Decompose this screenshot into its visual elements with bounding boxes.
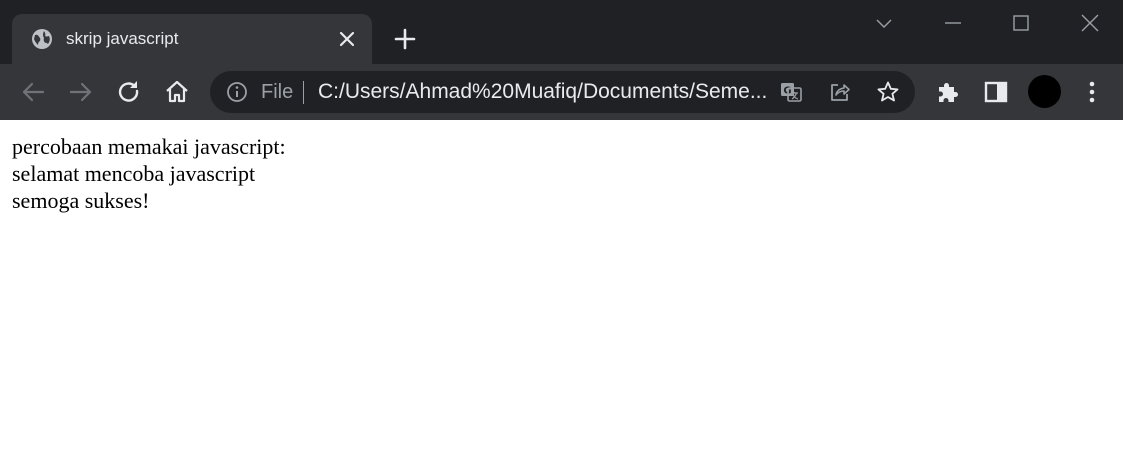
page-content: percobaan memakai javascript: selamat me…: [0, 120, 1123, 465]
browser-window: skrip javascript File C:/Users/Ahmad%20M…: [0, 0, 1123, 465]
home-icon[interactable]: [163, 78, 191, 106]
maximize-icon[interactable]: [1008, 10, 1034, 36]
new-tab-icon[interactable]: [393, 27, 417, 51]
url-text[interactable]: C:/Users/Ahmad%20Muafiq/Documents/Seme..…: [318, 80, 768, 104]
close-tab-icon[interactable]: [337, 29, 357, 49]
translate-icon[interactable]: G: [779, 80, 803, 104]
address-bar[interactable]: File C:/Users/Ahmad%20Muafiq/Documents/S…: [210, 71, 915, 113]
minimize-icon[interactable]: [940, 10, 966, 36]
tab-title: skrip javascript: [66, 29, 179, 48]
tab-strip: skrip javascript: [0, 0, 1123, 64]
chevron-down-icon[interactable]: [871, 10, 897, 36]
scheme-divider: [303, 81, 304, 104]
forward-arrow-icon[interactable]: [67, 78, 95, 106]
tab-skrip-javascript[interactable]: skrip javascript: [12, 14, 372, 64]
share-icon[interactable]: [828, 80, 852, 104]
browser-toolbar: File C:/Users/Ahmad%20Muafiq/Documents/S…: [0, 64, 1123, 120]
side-panel-icon[interactable]: [982, 78, 1010, 106]
page-text-line: selamat mencoba javascript: [12, 161, 256, 186]
profile-avatar[interactable]: [1028, 75, 1061, 108]
page-text-line: percobaan memakai javascript:: [12, 134, 286, 159]
kebab-menu-icon[interactable]: [1078, 78, 1106, 106]
info-icon[interactable]: [226, 81, 248, 103]
close-window-icon[interactable]: [1077, 10, 1103, 36]
puzzle-icon[interactable]: [934, 78, 962, 106]
globe-icon: [31, 28, 53, 50]
reload-icon[interactable]: [115, 78, 143, 106]
page-text-line: semoga sukses!: [12, 188, 150, 213]
scheme-label: File: [261, 81, 294, 103]
star-icon[interactable]: [876, 80, 900, 104]
back-arrow-icon[interactable]: [19, 78, 47, 106]
